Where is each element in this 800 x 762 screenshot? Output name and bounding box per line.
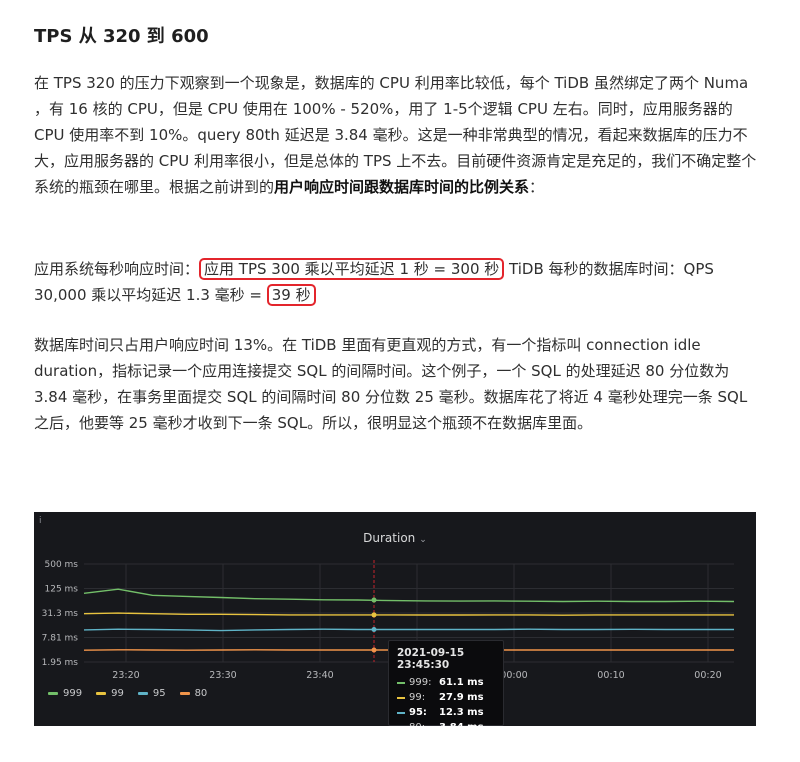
paragraph-tps-observation: 在 TPS 320 的压力下观察到一个现象是，数据库的 CPU 利用率比较低，每… [34,70,766,200]
x-tick-label: 00:10 [597,670,624,681]
paragraph-response-time: 应用系统每秒响应时间： 应用 TPS 300 乘以平均延迟 1 秒 = 300 秒… [34,256,766,308]
legend-label: 80 [194,688,208,699]
legend-swatch [179,692,190,695]
tooltip-series-name: 95: [409,707,427,718]
tooltip-swatch [397,681,405,684]
paragraph-idle-duration: 数据库时间只占用户响应时间 13%。在 TiDB 里面有更直观的方式，有一个指标… [34,332,766,436]
duration-chart-panel[interactable]: 500 ms 125 ms 31.3 ms 7.81 ms 1.95 ms 23:20 23… [34,512,756,726]
y-tick-label: 1.95 ms [42,658,79,668]
x-tick-label: 23:30 [209,670,236,681]
tooltip-row: 99: 27.9 ms [397,690,495,705]
chart-legend[interactable]: 999 99 95 80 [48,688,207,699]
tooltip-series-name: 80: [409,722,439,726]
tooltip-row: 95: 12.3 ms [397,705,495,720]
tooltip-series-name: 999: [409,677,432,688]
paragraph-end: ： [529,178,545,196]
legend-item-999[interactable]: 999 [48,688,82,699]
highlight-app-time: 应用 TPS 300 乘以平均延迟 1 秒 = 300 秒 [199,258,505,280]
tooltip-row: 999: 61.1 ms [397,675,495,690]
tooltip-series-name: 99: [409,692,426,703]
tooltip-series-value: 27.9 ms [439,692,484,703]
emphasis-ratio: 用户响应时间跟数据库时间的比例关系 [274,178,530,196]
legend-swatch [137,692,148,695]
crosshair-point-99 [371,612,377,618]
highlight-db-time: 39 秒 [266,284,316,306]
crosshair-point-80 [371,647,377,653]
legend-item-80[interactable]: 80 [179,688,208,699]
tooltip-swatch [397,711,405,714]
y-tick-label: 500 ms [45,560,79,570]
tooltip-series-value: 3.84 ms [439,722,484,726]
legend-item-99[interactable]: 99 [96,688,124,699]
tooltip-series-value: 61.1 ms [439,677,484,688]
tooltip-series-value: 12.3 ms [439,707,484,718]
legend-label: 99 [111,688,124,699]
tooltip-time: 2021-09-15 23:45:30 [397,647,465,671]
x-tick-label: 00:20 [694,670,721,681]
x-tick-label: 00:00 [500,670,527,681]
panel-info-icon[interactable]: i [39,516,42,526]
legend-label: 999 [63,688,83,699]
crosshair-point-95 [371,626,377,632]
x-tick-label: 23:20 [112,670,139,681]
response-time-label: 应用系统每秒响应时间： [34,260,200,278]
legend-label: 95 [152,688,166,699]
legend-swatch [96,692,107,695]
chevron-down-icon[interactable]: ⌄ [419,535,427,545]
tooltip-swatch [397,696,405,699]
series-line-999 [83,588,735,603]
panel-title-text[interactable]: Duration [363,531,415,545]
legend-item-95[interactable]: 95 [137,688,166,699]
legend-swatch [48,692,58,695]
y-tick-label: 31.3 ms [42,609,79,619]
y-tick-label: 7.81 ms [42,633,79,643]
panel-title[interactable]: Duration ⌄ [34,531,756,545]
tooltip-row: 80:3.84 ms [397,720,495,726]
paragraph-text: 数据库时间只占用户响应时间 13%。在 TiDB 里面有更直观的方式，有一个指标… [34,336,748,432]
x-tick-label: 23:40 [306,670,333,681]
crosshair-point-999 [371,597,377,603]
chart-tooltip: 2021-09-15 23:45:30 999: 61.1 ms 99: 27.9 m… [388,640,504,726]
y-tick-label: 125 ms [45,584,79,594]
series-line-95 [83,628,734,632]
section-heading: TPS 从 320 到 600 [34,26,209,47]
